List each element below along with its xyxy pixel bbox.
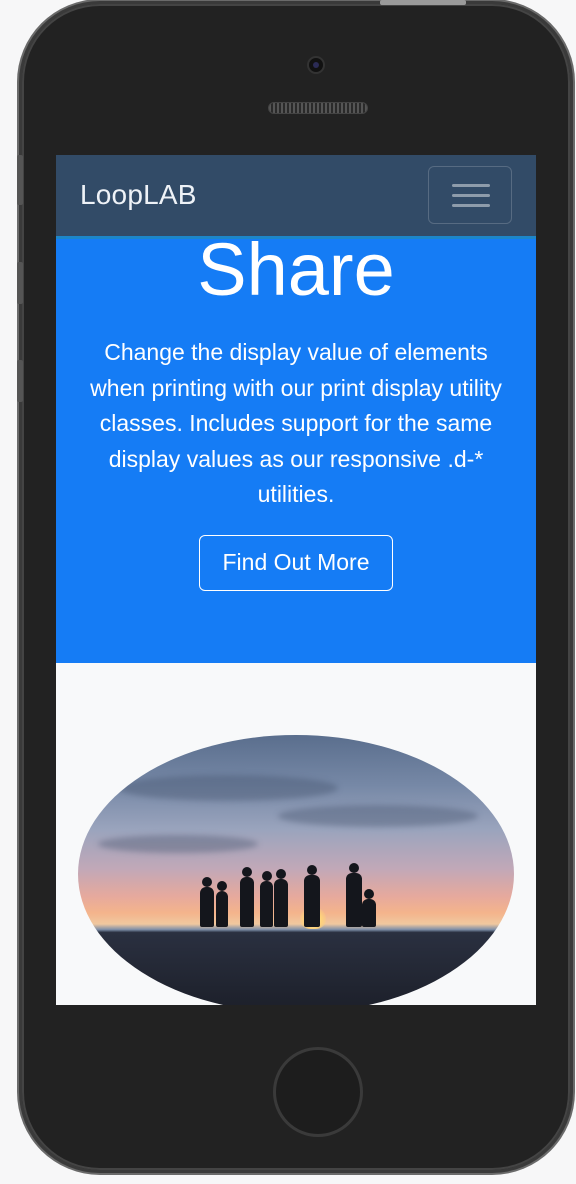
silhouette bbox=[240, 867, 254, 927]
campfire-beach-photo bbox=[78, 735, 514, 1005]
hamburger-line bbox=[452, 204, 490, 207]
phone-screen: LoopLAB Share Change the display value o… bbox=[56, 155, 536, 1005]
silhouette bbox=[200, 877, 214, 927]
hero-title: Share bbox=[197, 228, 395, 311]
cloud bbox=[278, 805, 478, 827]
silhouette bbox=[346, 863, 362, 927]
silhouette bbox=[260, 871, 273, 927]
hamburger-line bbox=[452, 194, 490, 197]
cloud bbox=[98, 835, 258, 853]
volume-up-button bbox=[17, 262, 23, 304]
find-out-more-button[interactable]: Find Out More bbox=[199, 535, 393, 591]
speaker-grille bbox=[268, 102, 368, 114]
navbar-toggler-button[interactable] bbox=[428, 166, 512, 224]
silent-switch bbox=[17, 155, 23, 205]
hamburger-menu-icon bbox=[452, 184, 490, 187]
volume-down-button bbox=[17, 360, 23, 402]
silhouette bbox=[362, 889, 376, 927]
brand-logo[interactable]: LoopLAB bbox=[80, 179, 197, 211]
power-button bbox=[380, 0, 466, 5]
silhouette bbox=[216, 881, 228, 927]
front-camera-icon bbox=[307, 56, 325, 74]
cloud bbox=[118, 775, 338, 801]
home-button[interactable] bbox=[273, 1047, 363, 1137]
silhouette bbox=[274, 869, 288, 927]
hero-section: Share Change the display value of elemen… bbox=[56, 228, 536, 663]
silhouette bbox=[304, 865, 320, 927]
hero-description: Change the display value of elements whe… bbox=[90, 339, 502, 507]
